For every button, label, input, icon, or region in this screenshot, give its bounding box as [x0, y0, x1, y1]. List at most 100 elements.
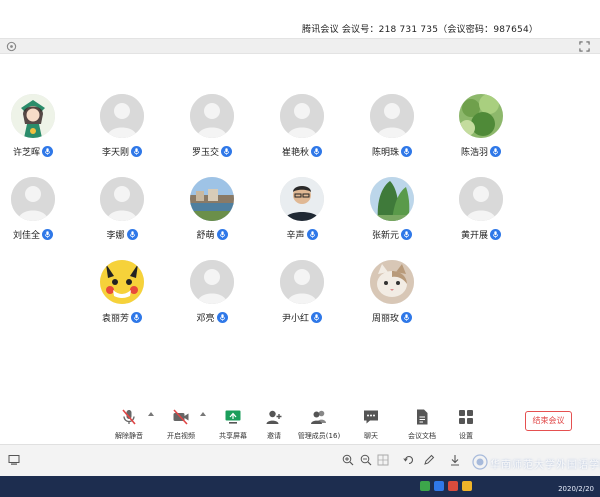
share-screen-icon — [225, 410, 241, 424]
university-seal-icon — [472, 454, 488, 470]
manage-members-label: 管理成员(16) — [297, 432, 341, 440]
avatar — [370, 260, 414, 304]
meeting-info-bar — [0, 38, 600, 54]
avatar — [459, 94, 503, 138]
invite-label: 邀请 — [267, 432, 281, 440]
participant-name-row: 尹小红 — [262, 307, 342, 324]
video-options-chevron-icon[interactable] — [200, 412, 206, 416]
participant-name-row: 李娜 — [82, 224, 162, 241]
mic-status-icon — [42, 229, 53, 240]
participant-tile[interactable]: 陈浩羽 — [441, 94, 521, 160]
participant-name: 许芝晖 — [12, 148, 40, 158]
mic-status-icon — [401, 146, 412, 157]
watermark-text: 华南师范大学外国语学院 — [490, 460, 600, 471]
participant-name-row: 邓亮 — [172, 307, 252, 324]
mic-status-icon — [131, 146, 142, 157]
avatar — [100, 260, 144, 304]
mic-status-icon — [401, 229, 412, 240]
university-watermark: 华南师范大学外国语学院 — [472, 452, 600, 492]
participant-tile[interactable]: 崔艳秋 — [262, 94, 342, 160]
participant-tile[interactable]: 许芝晖 — [0, 94, 73, 160]
start-video-button[interactable]: 开启视频 — [158, 408, 204, 444]
share-screen-button[interactable]: 共享屏幕 — [210, 408, 256, 444]
participant-tile[interactable]: 周丽玫 — [352, 260, 432, 326]
avatar — [370, 177, 414, 221]
participant-name: 辛声 — [286, 231, 305, 241]
participant-tile[interactable]: 黄开展 — [441, 177, 521, 243]
participant-tile[interactable]: 陈明珠 — [352, 94, 432, 160]
unmute-button[interactable]: 解除静音 — [106, 408, 152, 444]
participant-grid: 许芝晖 李天刚 罗玉交 崔艳秋 陈明珠 陈浩羽刘佳全 李娜 舒萌 辛声 张新元 黄开展袁丽芳 邓亮 尹小… — [0, 54, 600, 404]
participant-tile[interactable]: 张新元 — [352, 177, 432, 243]
participant-name-row: 陈浩羽 — [441, 141, 521, 158]
participant-name: 陈明珠 — [371, 148, 399, 158]
manage-members-button[interactable]: 管理成员(16) — [296, 408, 342, 444]
avatar — [459, 177, 503, 221]
unmute-label: 解除静音 — [115, 432, 143, 440]
mic-status-icon — [490, 229, 501, 240]
mic-muted-icon — [122, 409, 136, 425]
page-grid-icon[interactable] — [377, 454, 389, 466]
participant-tile[interactable]: 罗玉交 — [172, 94, 252, 160]
notification-tray-icon[interactable] — [462, 481, 472, 491]
zoom-in-icon[interactable] — [342, 454, 354, 466]
participant-name-row: 崔艳秋 — [262, 141, 342, 158]
participant-tile[interactable]: 辛声 — [262, 177, 342, 243]
participant-tile[interactable]: 袁丽芳 — [82, 260, 162, 326]
participant-name: 舒萌 — [196, 231, 215, 241]
participant-name-row: 周丽玫 — [352, 307, 432, 324]
settings-button[interactable]: 设置 — [443, 408, 489, 444]
participant-tile[interactable]: 邓亮 — [172, 260, 252, 326]
mic-status-icon — [306, 229, 318, 240]
participant-name-row: 舒萌 — [172, 224, 252, 241]
audio-options-chevron-icon[interactable] — [148, 412, 154, 416]
participant-name: 周丽玫 — [371, 314, 399, 324]
avatar — [280, 94, 324, 138]
meeting-docs-button[interactable]: 会议文档 — [399, 408, 445, 444]
chat-button[interactable]: 聊天 — [348, 408, 394, 444]
avatar — [11, 94, 55, 138]
participant-tile[interactable]: 李天刚 — [82, 94, 162, 160]
avatar — [100, 94, 144, 138]
avatar — [280, 260, 324, 304]
app-tray-icon[interactable] — [448, 481, 458, 491]
participant-name: 袁丽芳 — [101, 314, 129, 324]
meeting-docs-label: 会议文档 — [408, 432, 436, 440]
title-bar: 腾讯会议 会议号：218 731 735（会议密码：987654） — [0, 0, 600, 38]
meeting-tray-icon[interactable] — [434, 481, 444, 491]
avatar — [100, 177, 144, 221]
participant-tile[interactable]: 刘佳全 — [0, 177, 73, 243]
mic-status-icon — [216, 312, 228, 323]
rotate-icon[interactable] — [403, 454, 415, 466]
chat-bubble-icon — [364, 410, 378, 424]
mic-status-icon — [490, 146, 501, 157]
participant-name: 崔艳秋 — [281, 148, 309, 158]
screen-icon[interactable] — [8, 454, 20, 466]
participant-name: 邓亮 — [196, 314, 215, 324]
participant-name-row: 陈明珠 — [352, 141, 432, 158]
participant-name: 尹小红 — [281, 314, 309, 324]
participant-name-row: 袁丽芳 — [82, 307, 162, 324]
avatar — [190, 94, 234, 138]
participant-name-row: 罗玉交 — [172, 141, 252, 158]
mic-status-icon — [42, 146, 53, 157]
participant-tile[interactable]: 舒萌 — [172, 177, 252, 243]
info-icon[interactable] — [6, 41, 17, 52]
zoom-out-icon[interactable] — [360, 454, 372, 466]
participant-tile[interactable]: 尹小红 — [262, 260, 342, 326]
leave-meeting-button[interactable]: 结束会议 — [525, 411, 572, 431]
fullscreen-icon[interactable] — [579, 41, 590, 52]
members-icon — [311, 410, 326, 424]
participant-name-row: 张新元 — [352, 224, 432, 241]
participant-name: 黄开展 — [460, 231, 488, 241]
participant-tile[interactable]: 李娜 — [82, 177, 162, 243]
participant-name-row: 黄开展 — [441, 224, 521, 241]
participant-name: 张新元 — [371, 231, 399, 241]
meeting-title: 腾讯会议 会议号：218 731 735（会议密码：987654） — [302, 25, 539, 35]
invite-button[interactable]: 邀请 — [251, 408, 297, 444]
mic-status-icon — [311, 146, 322, 157]
avatar — [370, 94, 414, 138]
download-icon[interactable] — [449, 454, 461, 466]
wechat-tray-icon[interactable] — [420, 481, 430, 491]
pen-icon[interactable] — [423, 454, 435, 466]
